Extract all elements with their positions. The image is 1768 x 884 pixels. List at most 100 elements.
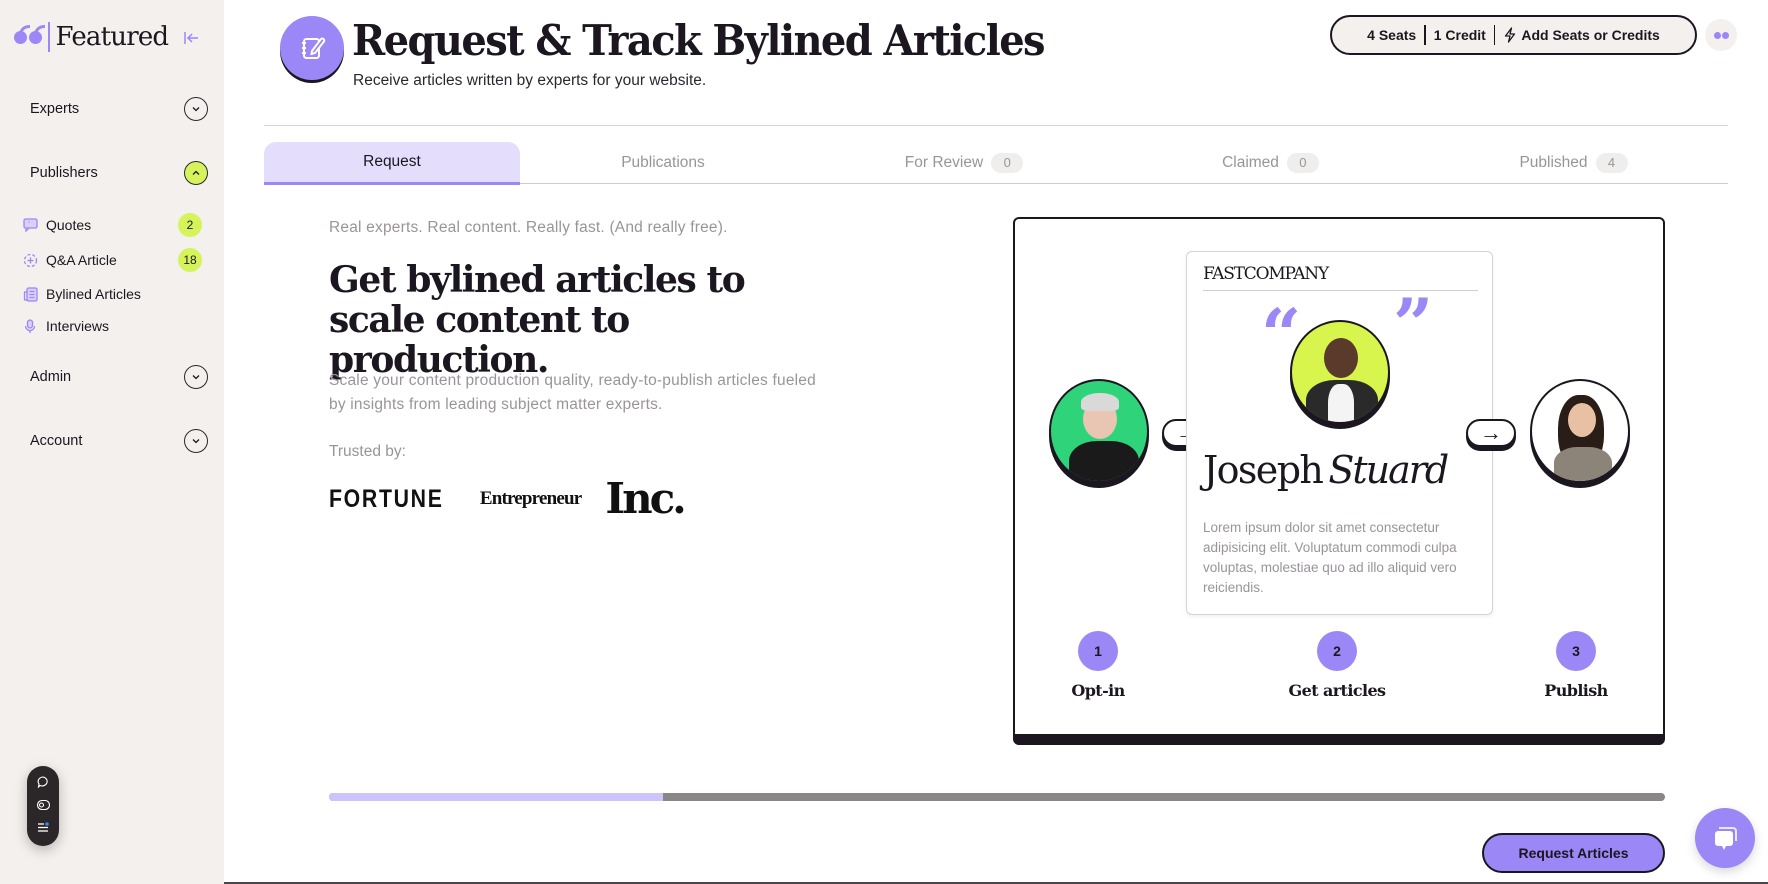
expert-photo-left [1049, 379, 1149, 483]
sidebar-item-interviews[interactable]: Interviews [22, 314, 202, 338]
menu-list-icon[interactable] [37, 821, 49, 836]
tab-bar: Request Publications For Review 0 Claime… [264, 142, 1728, 185]
lightning-icon [1505, 27, 1516, 43]
section-label: Admin [30, 369, 72, 385]
tab-label: For Review [904, 153, 984, 171]
logo-text: Featured [55, 22, 170, 52]
expert-name: Joseph Stuard [1203, 448, 1449, 492]
sidebar-item-qa-article[interactable]: Q&A Article 18 [22, 248, 202, 272]
carousel-progress-bar[interactable] [329, 793, 1665, 801]
app: Featured Experts Publishers " Quotes 2 Q… [0, 0, 1768, 884]
entrepreneur-logo: Entrepreneur [479, 488, 582, 509]
sidebar-section-admin[interactable]: Admin [30, 365, 208, 389]
tab-published[interactable]: Published 4 [1419, 142, 1728, 183]
comment-icon[interactable] [37, 776, 49, 791]
logo-divider [48, 22, 50, 52]
notebook-pen-icon [302, 37, 326, 59]
description: Scale your content production quality, r… [329, 372, 816, 413]
quote-bubble-icon: " [22, 217, 38, 233]
section-label: Account [30, 433, 83, 449]
pill-divider [1493, 25, 1496, 45]
item-label: Interviews [46, 318, 110, 334]
tab-count-badge: 0 [1286, 152, 1319, 173]
expert-first-name: Joseph [1203, 448, 1324, 492]
trusted-by-label: Trusted by: [329, 443, 406, 460]
tagline: Real experts. Real content. Really fast.… [329, 219, 728, 236]
collapse-left-icon [184, 32, 198, 44]
newspaper-icon [22, 286, 38, 302]
fortune-logo: FORTUNE [329, 484, 444, 513]
step-opt-in: 1 Opt-in [1028, 631, 1168, 700]
count-badge: 18 [178, 248, 202, 272]
header-divider [264, 125, 1728, 126]
step-number: 2 [1317, 631, 1357, 671]
section-label: Experts [30, 101, 80, 117]
chevron-down-icon[interactable] [184, 97, 208, 121]
seats-count: 4 Seats [1367, 27, 1417, 43]
article-preview-card: FASTCOMPANY “ ” Joseph Stuard Lorem ipsum… [1186, 251, 1493, 615]
chevron-down-icon[interactable] [184, 365, 208, 389]
step-number: 1 [1078, 631, 1118, 671]
quote-mark-logo-icon [14, 24, 45, 44]
tab-label: Claimed [1222, 153, 1279, 171]
tab-count-badge: 0 [991, 152, 1024, 173]
step-label: Publish [1544, 681, 1608, 700]
sidebar-item-bylined-articles[interactable]: Bylined Articles [22, 282, 202, 306]
chevron-down-icon[interactable] [184, 429, 208, 453]
item-label: Q&A Article [46, 252, 117, 268]
page-title: Request & Track Bylined Articles [352, 16, 1046, 66]
microphone-icon [22, 318, 38, 334]
sidebar-section-experts[interactable]: Experts [30, 97, 208, 121]
expert-photo-right [1530, 379, 1630, 483]
credits-count: 1 Credit [1433, 27, 1486, 43]
sidebar: Featured Experts Publishers " Quotes 2 Q… [0, 0, 224, 884]
tab-claimed[interactable]: Claimed 0 [1122, 142, 1419, 183]
tab-publications[interactable]: Publications [520, 142, 806, 183]
chat-support-button[interactable] [1695, 808, 1755, 868]
tab-request[interactable]: Request [264, 142, 520, 185]
tab-for-review[interactable]: For Review 0 [806, 142, 1122, 183]
how-it-works-illustration: → FASTCOMPANY “ ” JosephStuard Lorem ips… [1013, 217, 1665, 745]
sidebar-section-account[interactable]: Account [30, 429, 208, 453]
toggle-view-icon[interactable] [36, 799, 50, 813]
section-label: Publishers [30, 165, 98, 181]
expert-body [1554, 447, 1612, 481]
step-label: Get articles [1288, 681, 1386, 700]
pill-divider [1424, 25, 1426, 45]
floating-tool-widget [27, 766, 59, 846]
item-label: Quotes [46, 217, 92, 233]
tab-count-badge: 4 [1595, 152, 1628, 173]
expert-head [1568, 403, 1596, 437]
featured-logo[interactable]: Featured [14, 22, 170, 52]
expert-shirt [1328, 384, 1354, 422]
add-seats-credits-button[interactable]: Add Seats or Credits [1503, 27, 1660, 43]
page-subtitle: Receive articles written by experts for … [353, 72, 707, 89]
plus-circle-dashed-icon [22, 252, 38, 268]
inc-logo: Inc. [605, 474, 686, 523]
sidebar-section-publishers[interactable]: Publishers [30, 161, 208, 185]
collapse-sidebar-button[interactable] [180, 28, 202, 48]
fast-company-logo: FASTCOMPANY [1203, 264, 1329, 284]
chevron-up-icon[interactable] [184, 161, 208, 185]
expert-head [1324, 338, 1358, 378]
request-articles-button[interactable]: Request Articles [1482, 833, 1665, 873]
item-label: Bylined Articles [46, 286, 141, 302]
article-excerpt: Lorem ipsum dolor sit amet consectetur a… [1203, 520, 1457, 595]
card-divider [1203, 290, 1478, 291]
bylined-articles-header-icon [280, 16, 344, 83]
progress-fill [329, 793, 663, 801]
sidebar-item-quotes[interactable]: " Quotes 2 [22, 213, 202, 237]
avatar-quote-icon [1713, 31, 1721, 39]
step-publish: 3 Publish [1506, 631, 1646, 700]
headline: Get bylined articles to scale content to… [329, 259, 746, 381]
count-badge: 2 [178, 213, 202, 237]
add-label: Add Seats or Credits [1521, 27, 1660, 43]
expert-last-name: Stuard [1328, 448, 1449, 492]
tab-label: Request [363, 152, 421, 170]
avatar-quote-icon [1721, 31, 1729, 39]
close-quote-icon: ” [1393, 283, 1434, 366]
trusted-logos: FORTUNE Entrepreneur Inc. [329, 474, 687, 523]
user-avatar-button[interactable] [1705, 19, 1737, 51]
arrow-right-icon: → [1466, 419, 1516, 447]
svg-text:": " [28, 222, 30, 228]
